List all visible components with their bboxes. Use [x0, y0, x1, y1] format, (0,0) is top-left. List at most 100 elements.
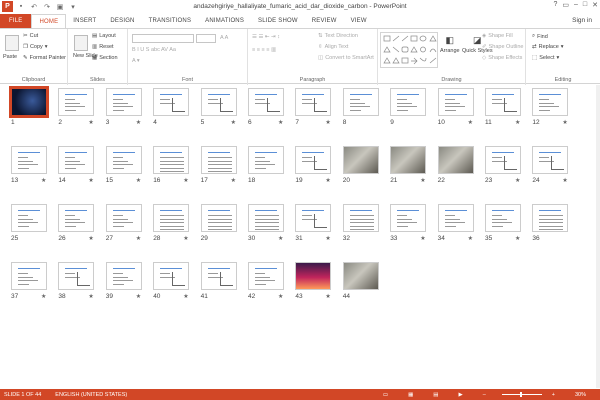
align-buttons[interactable]: ≡ ≡ ≡ ≡ ▥ [252, 47, 276, 53]
slide-thumbnail[interactable] [200, 88, 237, 116]
slide-thumbnail[interactable] [342, 146, 379, 174]
slide-thumbnail[interactable] [200, 146, 237, 174]
slide-thumbnail[interactable] [11, 146, 47, 174]
slide-thumbnail[interactable] [9, 86, 49, 118]
slide-thumbnail[interactable] [437, 88, 474, 116]
slide-thumbnail[interactable] [342, 262, 379, 290]
text-direction-button[interactable]: ⇅ Text Direction [318, 33, 358, 39]
shape-fill-button[interactable]: ◈ Shape Fill [482, 33, 513, 39]
slide-thumbnail[interactable] [295, 262, 332, 290]
slide-thumbnail[interactable] [200, 262, 237, 290]
slide-thumbnail[interactable] [200, 204, 237, 232]
slide-thumbnail[interactable] [248, 204, 284, 232]
replace-button[interactable]: ⇄ Replace ▾ [532, 44, 564, 50]
shapes-gallery[interactable] [380, 32, 438, 68]
slide-thumbnail[interactable] [248, 88, 284, 116]
slide-thumbnail[interactable] [437, 204, 474, 232]
slide-thumbnail[interactable] [105, 88, 142, 116]
slide-sorter-view-icon[interactable]: ▦ [408, 392, 413, 398]
slide-thumbnail[interactable] [58, 262, 95, 290]
list-buttons[interactable]: ☰ ☰ ⇤ ⇥ ↕ [252, 34, 280, 40]
section-button[interactable]: ▦ Section [92, 55, 118, 61]
reset-button[interactable]: ▥ Reset [92, 44, 114, 50]
thumbnail-text-line [255, 280, 275, 281]
zoom-out-icon[interactable]: – [483, 392, 486, 398]
help-icon[interactable]: ? [553, 1, 557, 9]
slide-thumbnail[interactable] [153, 262, 190, 290]
vertical-scrollbar[interactable] [596, 85, 600, 388]
zoom-slider[interactable] [501, 392, 542, 397]
slide-number: 2 [58, 119, 63, 126]
tab-transitions[interactable]: TRANSITIONS [142, 14, 199, 28]
slide-thumbnail[interactable] [342, 204, 379, 232]
slide-thumbnail[interactable] [437, 146, 474, 174]
select-button[interactable]: ⬚ Select ▾ [532, 55, 559, 61]
convert-smartart-button[interactable]: ◫ Convert to SmartArt [318, 55, 374, 61]
tab-insert[interactable]: INSERT [66, 14, 103, 28]
font-size-field[interactable] [196, 34, 216, 43]
shape-outline-button[interactable]: ✐ Shape Outline [482, 44, 523, 50]
slide-thumbnail[interactable] [295, 204, 332, 232]
arrange-button[interactable]: ◧ Arrange [440, 35, 460, 54]
slide-thumbnail[interactable] [58, 88, 95, 116]
chevron-down-icon: ▾ [44, 44, 48, 50]
tab-slide-show[interactable]: SLIDE SHOW [251, 14, 305, 28]
font-color-button[interactable]: A ▾ [132, 58, 140, 64]
normal-view-icon[interactable]: ▭ [383, 392, 388, 398]
slide-thumbnail[interactable] [485, 146, 521, 174]
slide-thumbnail[interactable] [105, 204, 142, 232]
slide-thumbnail[interactable] [11, 262, 47, 290]
zoom-in-icon[interactable]: + [552, 392, 555, 398]
tab-review[interactable]: REVIEW [305, 14, 344, 28]
slide-thumbnail[interactable] [295, 146, 332, 174]
slide-thumbnail[interactable] [58, 204, 95, 232]
slide-thumbnail[interactable] [11, 204, 47, 232]
sign-in-link[interactable]: Sign in [572, 17, 592, 24]
find-button[interactable]: ⌕ Find [532, 33, 548, 40]
slide-thumbnail[interactable] [248, 146, 284, 174]
paste-icon[interactable] [5, 35, 19, 51]
slide-thumbnail[interactable] [153, 204, 190, 232]
slide-thumbnail[interactable] [105, 262, 142, 290]
ribbon-display-icon[interactable]: ▭ [562, 1, 569, 9]
copy-button[interactable]: ❐ Copy ▾ [23, 44, 48, 50]
slide-thumbnail[interactable] [390, 204, 427, 232]
slide-thumbnail[interactable] [153, 146, 190, 174]
thumbnail-text-line [65, 218, 81, 220]
slide-thumbnail[interactable] [342, 88, 379, 116]
align-text-button[interactable]: ⇳ Align Text [318, 44, 348, 50]
format-painter-button[interactable]: ✎ Format Painter [23, 55, 66, 61]
slide-thumbnail[interactable] [390, 146, 427, 174]
slide-thumbnail[interactable] [153, 88, 190, 116]
tab-home[interactable]: HOME [31, 14, 67, 28]
slide-thumbnail[interactable] [532, 204, 569, 232]
paste-button[interactable]: Paste [3, 54, 17, 60]
language-label[interactable]: ENGLISH (UNITED STATES) [55, 392, 127, 398]
slide-thumbnail[interactable] [390, 88, 427, 116]
slide-thumbnail[interactable] [248, 262, 284, 290]
slide-show-view-icon[interactable]: ▶ [458, 392, 462, 398]
new-slide-icon[interactable] [74, 35, 88, 51]
cut-button[interactable]: ✂ Cut [23, 33, 38, 39]
tab-file[interactable]: FILE [0, 14, 32, 28]
slide-thumbnail[interactable] [532, 88, 569, 116]
zoom-level[interactable]: 30% [575, 392, 586, 398]
reading-view-icon[interactable]: ▤ [433, 392, 438, 398]
shape-effects-button[interactable]: ◇ Shape Effects [482, 55, 522, 61]
minimize-icon[interactable]: – [574, 1, 578, 9]
slide-thumbnail[interactable] [485, 204, 521, 232]
slide-thumbnail[interactable] [295, 88, 332, 116]
slide-thumbnail[interactable] [532, 146, 569, 174]
tab-view[interactable]: VIEW [344, 14, 374, 28]
tab-animations[interactable]: ANIMATIONS [198, 14, 251, 28]
maximize-icon[interactable]: □ [583, 1, 587, 9]
font-style-buttons[interactable]: B I U S abc AV Aa [132, 47, 176, 53]
layout-button[interactable]: ▤ Layout [92, 33, 116, 39]
slide-thumbnail[interactable] [58, 146, 95, 174]
slide-thumbnail[interactable] [485, 88, 521, 116]
tab-design[interactable]: DESIGN [103, 14, 141, 28]
slide-thumbnail[interactable] [105, 146, 142, 174]
close-icon[interactable]: ✕ [592, 1, 598, 9]
font-name-field[interactable] [132, 34, 194, 43]
grow-font-icon[interactable]: A A [220, 35, 228, 41]
